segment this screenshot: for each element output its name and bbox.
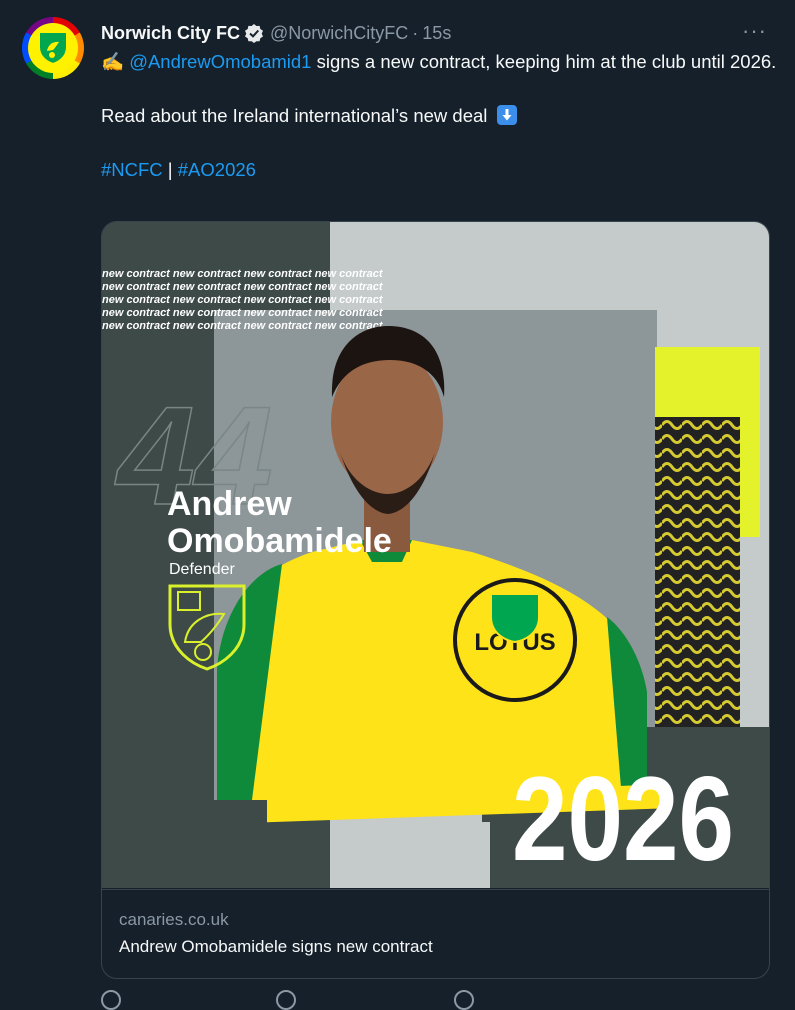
repeat-text-line-4: new contract new contract new contract n…	[102, 307, 384, 319]
timestamp[interactable]: 15s	[422, 23, 451, 44]
avatar[interactable]	[22, 17, 84, 79]
mention-link[interactable]: @AndrewOmobamid1	[129, 51, 311, 72]
hashtag-ncfc[interactable]: #NCFC	[101, 159, 163, 180]
user-handle[interactable]: @NorwichCityFC	[270, 23, 408, 44]
tweet-line-1: signs a new contract, keeping him at the…	[311, 51, 777, 72]
player-first-name: Andrew	[167, 485, 292, 523]
link-card[interactable]: new contract new contract new contract n…	[101, 221, 770, 979]
repeat-text-line-1: new contract new contract new contract n…	[102, 268, 384, 280]
display-name[interactable]: Norwich City FC	[101, 23, 240, 44]
hashtag-separator: |	[162, 159, 178, 180]
down-arrow-icon	[496, 105, 517, 125]
hashtag-ao2026[interactable]: #AO2026	[178, 159, 256, 180]
card-footer[interactable]: canaries.co.uk Andrew Omobamidele signs …	[102, 889, 769, 978]
tweet[interactable]: Norwich City FC @NorwichCityFC · 15s ···…	[0, 0, 795, 1010]
like-icon[interactable]	[454, 990, 474, 1010]
card-domain: canaries.co.uk	[119, 910, 229, 929]
retweet-icon[interactable]	[276, 990, 296, 1010]
player-last-name: Omobamidele	[167, 522, 392, 560]
separator-dot: ·	[412, 22, 419, 43]
more-options-icon[interactable]: ···	[742, 18, 767, 44]
writing-hand-emoji: ✍️	[101, 51, 125, 72]
repeat-text-line-3: new contract new contract new contract n…	[102, 294, 384, 306]
tweet-text: ✍️ @AndrewOmobamid1 signs a new contract…	[101, 48, 777, 183]
tweet-actions	[101, 990, 701, 1010]
player-position: Defender	[169, 561, 235, 578]
contract-graphic[interactable]: new contract new contract new contract n…	[102, 222, 769, 888]
tweet-line-2: Read about the Ireland international’s n…	[101, 105, 488, 126]
contract-year: 2026	[512, 752, 734, 886]
reply-icon[interactable]	[101, 990, 121, 1010]
club-crest-icon	[28, 23, 78, 73]
repeat-text-line-5: new contract new contract new contract n…	[102, 320, 384, 332]
tweet-header: Norwich City FC @NorwichCityFC · 15s	[101, 20, 765, 46]
card-title[interactable]: Andrew Omobamidele signs new contract	[119, 937, 433, 957]
verified-badge-icon	[244, 23, 264, 43]
repeat-text-line-2: new contract new contract new contract n…	[102, 281, 384, 293]
